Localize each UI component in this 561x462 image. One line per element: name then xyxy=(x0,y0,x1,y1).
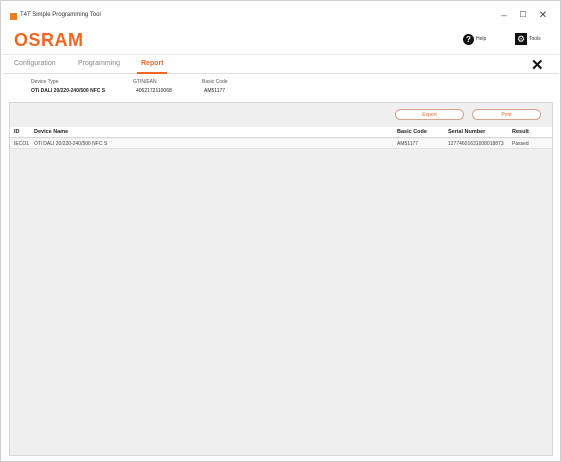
column-header-result[interactable]: Result xyxy=(512,129,529,135)
help-label: Help xyxy=(476,36,487,42)
device-type-value: OTi DALI 20/220-240/500 NFC S xyxy=(31,88,106,94)
gear-icon: ⚙ xyxy=(515,33,527,45)
osram-logo: OSRAM xyxy=(14,30,84,50)
tab-programming[interactable]: Programming xyxy=(78,60,120,67)
column-header-basic-code[interactable]: Basic Code xyxy=(397,129,427,135)
help-icon: ? xyxy=(463,33,474,45)
basic-code-label: Basic Code xyxy=(202,79,228,85)
maximize-button[interactable]: ☐ xyxy=(516,10,530,19)
column-header-device-name[interactable]: Device Name xyxy=(34,129,68,135)
cell-id: IECO1 xyxy=(14,141,30,147)
tools-button[interactable]: ⚙ Tools xyxy=(515,32,541,46)
app-window: T4T Simple Programming Tool – ☐ ✕ OSRAM … xyxy=(0,0,561,462)
table-header: ID Device Name Basic Code Serial Number … xyxy=(10,127,552,138)
column-header-id[interactable]: ID xyxy=(14,129,20,135)
active-tab-indicator xyxy=(137,72,167,74)
gtin-value: 4062172110068 xyxy=(136,88,172,94)
device-info: Device Type OTi DALI 20/220-240/500 NFC … xyxy=(1,79,560,99)
report-panel: Export Print ID Device Name Basic Code S… xyxy=(9,102,553,456)
print-button[interactable]: Print xyxy=(472,109,541,120)
window-title: T4T Simple Programming Tool xyxy=(20,12,101,18)
export-button[interactable]: Export xyxy=(395,109,464,120)
app-icon xyxy=(10,13,17,20)
cell-result: Passed xyxy=(512,141,529,147)
gtin-label: GTIN/EAN xyxy=(133,79,157,85)
table-row[interactable]: IECO1 OTi DALI 20/220-240/500 NFC S AM51… xyxy=(10,139,552,149)
window-close-button[interactable]: ✕ xyxy=(536,10,550,21)
cell-serial-number: 12774601631008018873 xyxy=(448,141,504,147)
cell-basic-code: AM51177 xyxy=(397,141,419,147)
close-icon[interactable]: ✕ xyxy=(531,56,544,74)
title-bar: T4T Simple Programming Tool – ☐ ✕ xyxy=(1,1,560,23)
tools-label: Tools xyxy=(529,36,541,42)
cell-device-name: OTi DALI 20/220-240/500 NFC S xyxy=(34,141,108,147)
help-button[interactable]: ? Help xyxy=(463,32,486,46)
column-header-serial-number[interactable]: Serial Number xyxy=(448,129,485,135)
basic-code-value: AM51177 xyxy=(204,88,226,94)
minimize-button[interactable]: – xyxy=(497,10,511,20)
tab-bar: Configuration Programming Report ✕ xyxy=(2,54,559,74)
device-type-label: Device Type xyxy=(31,79,59,85)
tab-configuration[interactable]: Configuration xyxy=(14,60,56,67)
tab-report[interactable]: Report xyxy=(141,60,164,67)
